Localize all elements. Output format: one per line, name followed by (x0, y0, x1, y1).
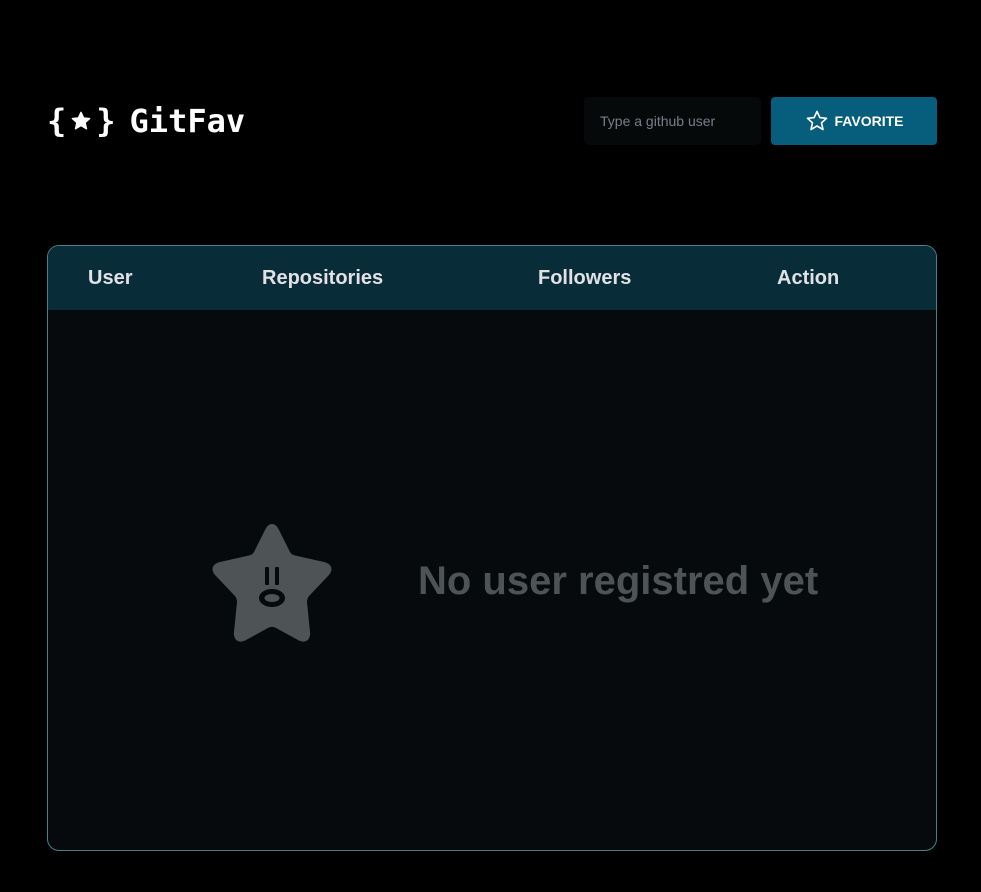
app-title: GitFav (129, 102, 246, 140)
surprised-star-icon (212, 524, 332, 642)
column-header-followers: Followers (538, 266, 632, 289)
favorite-button[interactable]: FAVORITE (771, 97, 937, 145)
star-outline-icon (806, 110, 827, 131)
search-bar: FAVORITE (584, 97, 937, 145)
app-header: { } GitFav FAVORITE (47, 97, 937, 145)
search-input[interactable] (584, 97, 761, 145)
page: { } GitFav FAVORITE User Repositories Fo… (0, 0, 981, 892)
braces-star-icon: { } (47, 102, 116, 140)
favorites-table: User Repositories Followers Action No us… (47, 245, 937, 851)
column-header-user: User (88, 266, 133, 289)
empty-state: No user registred yet (206, 518, 818, 644)
empty-state-message: No user registred yet (418, 558, 819, 603)
logo: { } GitFav (47, 97, 245, 145)
table-header: User Repositories Followers Action (48, 246, 936, 310)
table-body: No user registred yet (48, 310, 936, 850)
favorite-button-label: FAVORITE (834, 113, 904, 129)
column-header-repositories: Repositories (262, 266, 384, 289)
column-header-action: Action (777, 266, 840, 289)
